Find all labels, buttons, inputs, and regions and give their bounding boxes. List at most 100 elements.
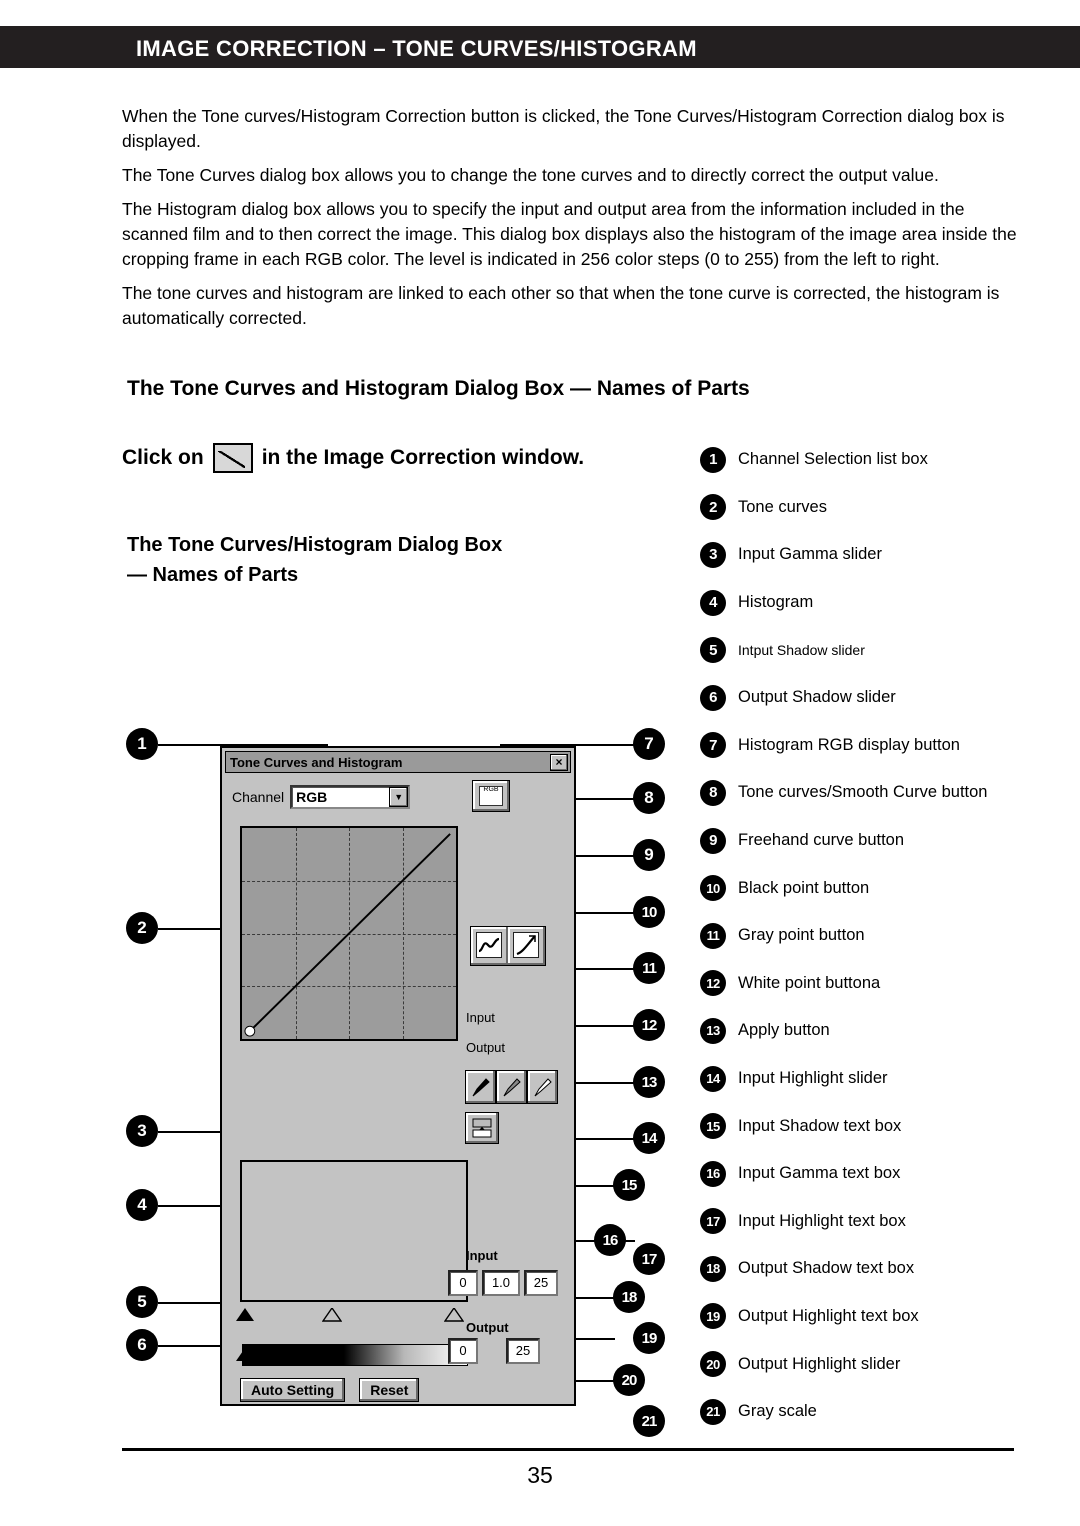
gray-point-button[interactable]	[496, 1070, 527, 1104]
legend-badge: 20	[700, 1351, 726, 1378]
legend-badge: 15	[700, 1113, 726, 1140]
legend-label: Tone curves/Smooth Curve button	[738, 783, 988, 802]
input-shadow-text-box[interactable]: 0	[448, 1270, 478, 1296]
click-on-suffix: in the Image Correction window.	[261, 446, 585, 469]
figure-dialog-diagram: Tone Curves and Histogram × Channel RGB …	[120, 700, 690, 1437]
heading-names-of-parts: The Tone Curves and Histogram Dialog Box…	[127, 377, 750, 400]
smooth-curve-button[interactable]	[471, 927, 508, 965]
freehand-curve-icon	[513, 932, 539, 958]
apply-button[interactable]	[465, 1112, 499, 1144]
figure-callout-15: 15	[613, 1169, 645, 1201]
tone-curves-graph[interactable]	[240, 826, 458, 1041]
figure-callout-1: 1	[126, 728, 158, 760]
figure-callout-21: 21	[633, 1405, 665, 1437]
legend-badge: 16	[700, 1160, 726, 1187]
rgb-icon: RGB	[479, 786, 503, 806]
input-shadow-slider[interactable]	[236, 1308, 254, 1321]
output-shadow-text-box[interactable]: 0	[448, 1338, 478, 1364]
legend-item: 18 Output Shadow text box	[700, 1245, 1070, 1293]
channel-value: RGB	[296, 789, 328, 805]
smooth-curve-icon	[476, 932, 502, 958]
legend-badge: 18	[700, 1255, 726, 1282]
close-icon[interactable]: ×	[550, 753, 568, 771]
legend-label: Apply button	[738, 1021, 830, 1040]
legend-label: Histogram RGB display button	[738, 735, 960, 754]
legend-item: 13 Apply button	[700, 1007, 1070, 1055]
gray-scale	[242, 1344, 468, 1366]
legend-badge: 14	[700, 1065, 726, 1092]
legend-label: Input Shadow text box	[738, 1116, 902, 1135]
input-label: Input	[466, 1248, 498, 1263]
legend-label: Input Highlight text box	[738, 1211, 906, 1230]
tone-curves-histogram-dialog[interactable]: Tone Curves and Histogram × Channel RGB …	[220, 746, 576, 1406]
dialog-buttons: Auto Setting Reset	[240, 1378, 420, 1402]
legend-item: 10 Black point button	[700, 864, 1070, 912]
smooth-curve-glyph	[478, 937, 500, 953]
channel-label: Channel	[232, 789, 285, 805]
dialog-titlebar: Tone Curves and Histogram ×	[225, 751, 571, 773]
legend-badge: 1	[700, 446, 726, 473]
figure-callout-4: 4	[126, 1189, 158, 1221]
legend-badge: 13	[700, 1017, 726, 1044]
legend-badge: 6	[700, 684, 726, 711]
legend-item: 6 Output Shadow slider	[700, 674, 1070, 722]
freehand-curve-glyph	[516, 935, 536, 956]
figure-callout-7: 7	[633, 728, 665, 760]
legend-label: Tone curves	[738, 497, 827, 516]
legend-label: Channel Selection list box	[738, 450, 928, 469]
legend-label: Intput Shadow slider	[738, 642, 865, 659]
legend-item: 7 Histogram RGB display button	[700, 722, 1070, 770]
input-gamma-text-box[interactable]: 1.0	[482, 1270, 520, 1296]
heading-dialog-box: The Tone Curves/Histogram Dialog Box — N…	[127, 530, 647, 590]
legend-item: 12 White point buttona	[700, 960, 1070, 1008]
legend-item: 20 Output Highlight slider	[700, 1340, 1070, 1388]
input-highlight-slider[interactable]	[444, 1308, 464, 1322]
legend-badge: 19	[700, 1303, 726, 1330]
freehand-curve-button[interactable]	[508, 927, 545, 965]
tone-curve-line	[244, 833, 451, 1037]
paragraph-4: The tone curves and histogram are linked…	[122, 283, 1000, 328]
figure-callout-2: 2	[126, 912, 158, 944]
white-point-button[interactable]	[527, 1070, 558, 1104]
black-point-button[interactable]	[465, 1070, 496, 1104]
paragraph-2: The Tone Curves dialog box allows you to…	[122, 165, 939, 185]
figure-callout-5: 5	[126, 1286, 158, 1318]
histogram-rgb-display-button[interactable]: RGB	[472, 780, 510, 812]
figure-callout-18: 18	[613, 1281, 645, 1313]
input-gamma-slider[interactable]	[322, 1308, 342, 1322]
histogram-display[interactable]	[240, 1160, 468, 1302]
heading-dialog-box-line2: — Names of Parts	[127, 564, 299, 586]
channel-row: Channel RGB ▼	[232, 782, 568, 812]
chevron-down-icon[interactable]: ▼	[389, 787, 409, 807]
curve-output-label: Output	[466, 1040, 506, 1055]
legend-item: 2 Tone curves	[700, 484, 1070, 532]
footer-divider	[122, 1448, 1014, 1451]
figure-callout-11: 11	[633, 952, 665, 984]
legend-badge: 8	[700, 779, 726, 806]
figure-callout-12: 12	[633, 1009, 665, 1041]
figure-callout-3: 3	[126, 1115, 158, 1147]
paragraph-3: The Histogram dialog box allows you to s…	[122, 199, 1017, 269]
apply-icon	[472, 1118, 492, 1138]
figure-callout-6: 6	[126, 1329, 158, 1361]
dialog-title: Tone Curves and Histogram	[230, 754, 403, 770]
output-highlight-text-box[interactable]: 25	[506, 1338, 540, 1364]
figure-callout-9: 9	[633, 839, 665, 871]
auto-setting-button[interactable]: Auto Setting	[240, 1378, 346, 1402]
figure-callout-14: 14	[633, 1122, 665, 1154]
legend-item: 5 Intput Shadow slider	[700, 626, 1070, 674]
curve-tool-buttons	[470, 926, 546, 966]
eyedropper-icon	[503, 1078, 521, 1097]
legend-label: Gray point button	[738, 926, 865, 945]
channel-selection-list-box[interactable]: RGB ▼	[290, 785, 411, 809]
legend-item: 16 Input Gamma text box	[700, 1150, 1070, 1198]
figure-callout-10: 10	[633, 896, 665, 928]
figure-callout-20: 20	[613, 1364, 645, 1396]
legend-label: White point buttona	[738, 973, 881, 992]
reset-button[interactable]: Reset	[359, 1378, 420, 1402]
page-number: 35	[527, 1462, 553, 1488]
legend-item: 11 Gray point button	[700, 912, 1070, 960]
output-label: Output	[466, 1320, 509, 1335]
figure-callout-13: 13	[633, 1066, 665, 1098]
input-highlight-text-box[interactable]: 25	[524, 1270, 558, 1296]
